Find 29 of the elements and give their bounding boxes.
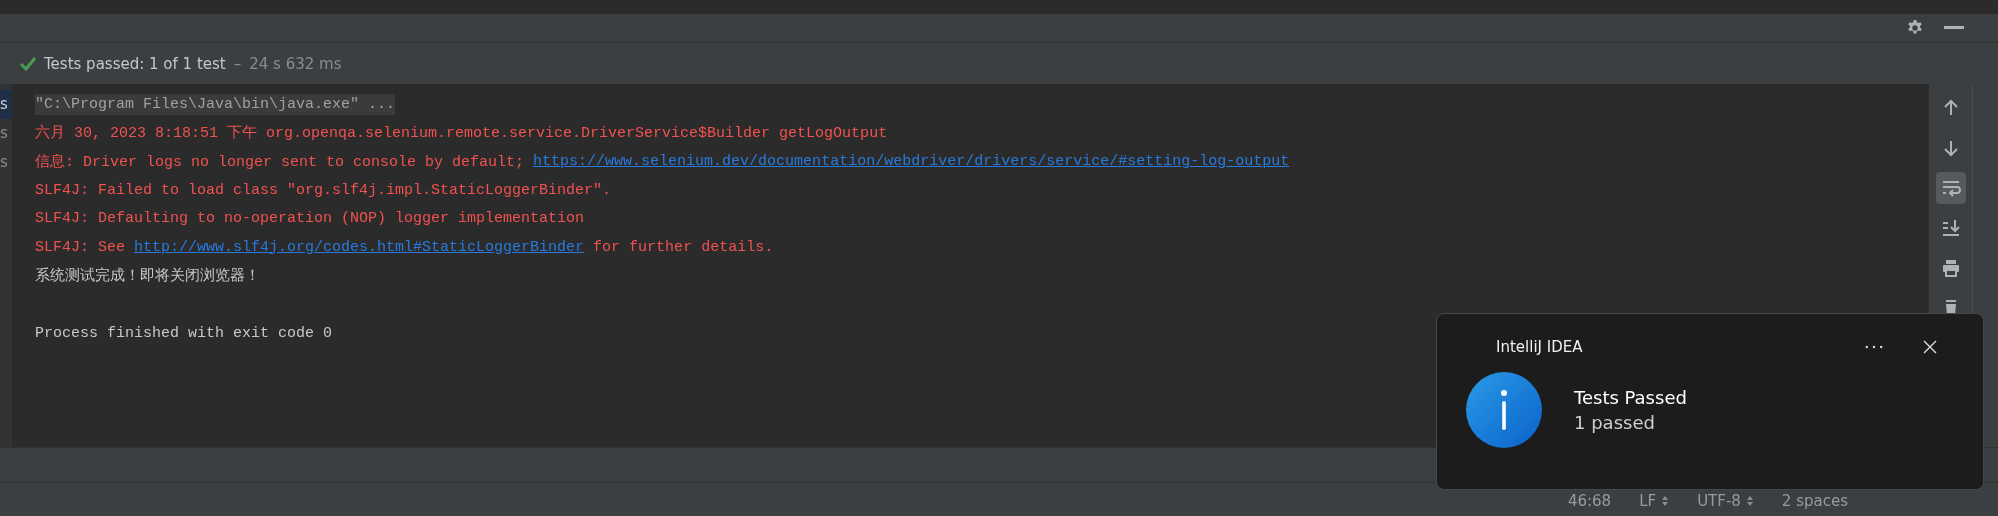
close-icon[interactable] — [1923, 340, 1937, 354]
console-line: 六月 30, 2023 8:18:51 下午 org.openqa.selenium.remote.service.DriverService$Builder getLogOutput — [35, 123, 888, 143]
gutter-tab[interactable]: s — [0, 119, 12, 148]
console-text: for further details. — [592, 238, 774, 256]
console-text: 信息: Driver logs no longer sent to console by default; — [35, 153, 526, 171]
console-line: 系统测试完成！即将关闭浏览器！ — [35, 266, 260, 286]
minimize-icon[interactable] — [1944, 26, 1964, 30]
status-item[interactable]: 46:68 — [1567, 492, 1612, 510]
info-icon — [1466, 372, 1542, 448]
console-line: Process finished with exit code 0 — [35, 324, 333, 342]
soft-wrap-icon[interactable] — [1935, 172, 1966, 204]
app-name: IntelliJ IDEA — [1496, 338, 1584, 356]
console-link[interactable]: https://www.selenium.dev/documentation/webdriver/drivers/service/#setting-log-output — [533, 153, 1290, 170]
console-link[interactable]: http://www.slf4j.org/codes.html#StaticLoggerBinder — [134, 238, 585, 256]
status-item[interactable]: LF — [1639, 492, 1657, 510]
gutter-tab[interactable]: s — [0, 148, 12, 177]
settings-icon[interactable] — [1906, 19, 1924, 37]
status-item[interactable]: 2 spaces — [1781, 492, 1848, 510]
notification-message: 1 passed — [1574, 412, 1656, 433]
console-line: SLF4J: Defaulting to no-operation (NOP) logger implementation — [35, 210, 585, 228]
notification-title: Tests Passed — [1574, 387, 1687, 408]
test-summary: Tests passed: 1 of 1 test — [44, 54, 226, 73]
console-text: SLF4J: See — [35, 238, 126, 256]
console-line: SLF4J: Failed to load class "org.slf4j.impl.StaticLoggerBinder". — [35, 181, 612, 199]
more-icon[interactable] — [1865, 345, 1883, 349]
status-item[interactable]: UTF-8 — [1697, 492, 1741, 510]
separator: – — [233, 54, 242, 73]
gutter-tab[interactable]: s — [0, 90, 12, 119]
test-duration: 24 s 632 ms — [249, 54, 342, 73]
